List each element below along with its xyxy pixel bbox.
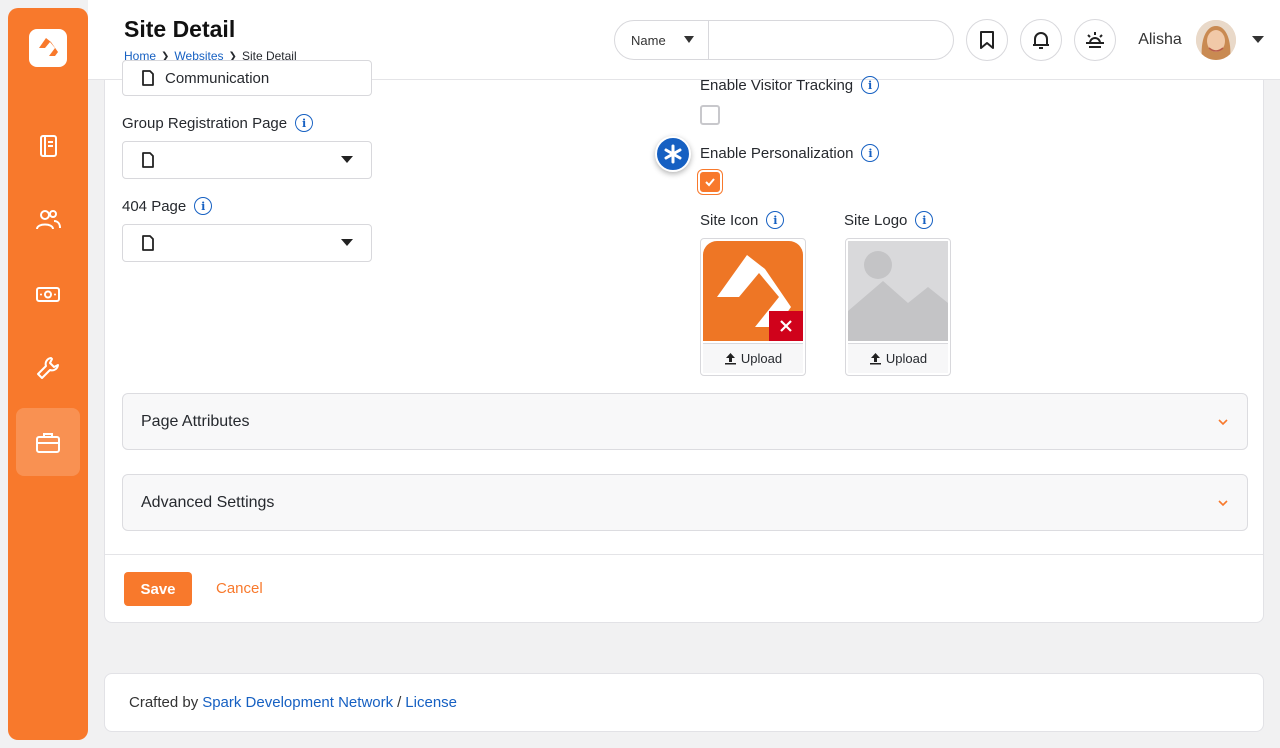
visitor-tracking-checkbox[interactable] xyxy=(700,105,720,125)
info-icon[interactable]: i xyxy=(295,114,314,132)
sidebar-item-people[interactable] xyxy=(16,112,80,180)
theme-toggle-button[interactable] xyxy=(1074,19,1116,61)
image-placeholder-icon xyxy=(848,241,948,341)
chevron-down-icon xyxy=(1218,418,1228,425)
upload-label: Upload xyxy=(885,351,928,366)
upload-icon xyxy=(724,353,736,365)
group-registration-page-picker[interactable] xyxy=(122,141,372,179)
caret-down-icon xyxy=(683,36,694,43)
personalization-checkbox[interactable] xyxy=(700,172,720,192)
chevron-down-icon xyxy=(1218,499,1228,506)
book-icon xyxy=(40,135,57,157)
sidebar-item-groups[interactable] xyxy=(16,186,80,254)
label-text: 404 Page xyxy=(122,197,187,215)
upload-icon xyxy=(869,353,881,365)
label-text: Enable Personalization xyxy=(700,144,854,162)
label-text: Group Registration Page xyxy=(122,114,288,132)
asterisk-icon xyxy=(655,136,691,172)
label-text: Site Logo xyxy=(844,211,908,229)
briefcase-icon xyxy=(36,433,60,453)
page-404-picker[interactable] xyxy=(122,224,372,262)
panel-title: Advanced Settings xyxy=(141,493,275,511)
bookmark-icon xyxy=(980,31,994,49)
license-link[interactable]: License xyxy=(405,694,457,711)
site-icon-uploader: Upload xyxy=(700,238,806,376)
divider xyxy=(105,554,1263,555)
user-name: Alisha xyxy=(1138,31,1182,48)
sidebar xyxy=(8,8,88,740)
sidebar-item-finance[interactable] xyxy=(16,260,80,328)
panel-title: Page Attributes xyxy=(141,412,250,430)
info-icon[interactable]: i xyxy=(194,197,213,215)
check-icon xyxy=(705,178,715,187)
advanced-settings-panel[interactable]: Advanced Settings xyxy=(122,474,1248,531)
info-icon[interactable]: i xyxy=(861,76,880,94)
caret-down-icon xyxy=(341,156,353,163)
bookmark-button[interactable] xyxy=(966,19,1008,61)
info-icon[interactable]: i xyxy=(766,211,785,229)
search-type-select[interactable]: Name xyxy=(615,21,709,59)
page-404-label: 404 Page i xyxy=(122,197,213,215)
save-button[interactable]: Save xyxy=(124,572,192,606)
user-menu[interactable]: Alisha xyxy=(1128,16,1268,64)
sunrise-icon xyxy=(1086,32,1104,48)
cancel-button[interactable]: Cancel xyxy=(216,580,263,597)
rock-logo-icon xyxy=(39,38,58,56)
picker-value: Communication xyxy=(165,69,270,87)
site-icon-label: Site Icon i xyxy=(700,211,785,229)
personalization-label: Enable Personalization i xyxy=(700,144,880,162)
search-type-label: Name xyxy=(631,32,666,48)
bell-icon xyxy=(1033,32,1049,49)
page-attributes-panel[interactable]: Page Attributes xyxy=(122,393,1248,450)
rock-logo[interactable] xyxy=(29,29,67,67)
notifications-button[interactable] xyxy=(1020,19,1062,61)
close-icon xyxy=(780,320,792,332)
footer-separator: / xyxy=(397,694,402,711)
avatar xyxy=(1196,20,1236,60)
site-logo-upload-button[interactable]: Upload xyxy=(848,343,948,373)
search-input[interactable] xyxy=(709,21,953,59)
footer-prefix: Crafted by xyxy=(129,694,199,711)
footer: Crafted by Spark Development Network / L… xyxy=(104,673,1264,732)
file-icon xyxy=(142,152,154,168)
file-icon xyxy=(142,235,154,251)
wrench-icon xyxy=(37,357,59,379)
label-text: Site Icon xyxy=(700,211,759,229)
page-title: Site Detail xyxy=(124,16,236,42)
caret-down-icon xyxy=(1252,36,1264,43)
sidebar-item-tools[interactable] xyxy=(16,334,80,402)
money-icon xyxy=(36,287,60,302)
info-icon[interactable]: i xyxy=(861,144,880,162)
search-bar: Name xyxy=(614,20,954,60)
label-text: Enable Visitor Tracking xyxy=(700,76,854,94)
communication-page-picker[interactable]: Communication xyxy=(122,60,372,96)
visitor-tracking-label: Enable Visitor Tracking i xyxy=(700,76,880,94)
remove-image-button[interactable] xyxy=(769,311,803,341)
people-icon xyxy=(36,210,61,230)
group-registration-label: Group Registration Page i xyxy=(122,114,314,132)
caret-down-icon xyxy=(341,239,353,246)
info-icon[interactable]: i xyxy=(915,211,934,229)
sidebar-item-admin[interactable] xyxy=(16,408,80,476)
site-icon-upload-button[interactable]: Upload xyxy=(703,343,803,373)
site-logo-uploader: Upload xyxy=(845,238,951,376)
site-detail-card: Communication Group Registration Page i … xyxy=(104,60,1264,623)
file-icon xyxy=(142,70,154,86)
upload-label: Upload xyxy=(740,351,783,366)
spark-link[interactable]: Spark Development Network xyxy=(202,694,393,711)
site-logo-label: Site Logo i xyxy=(844,211,934,229)
